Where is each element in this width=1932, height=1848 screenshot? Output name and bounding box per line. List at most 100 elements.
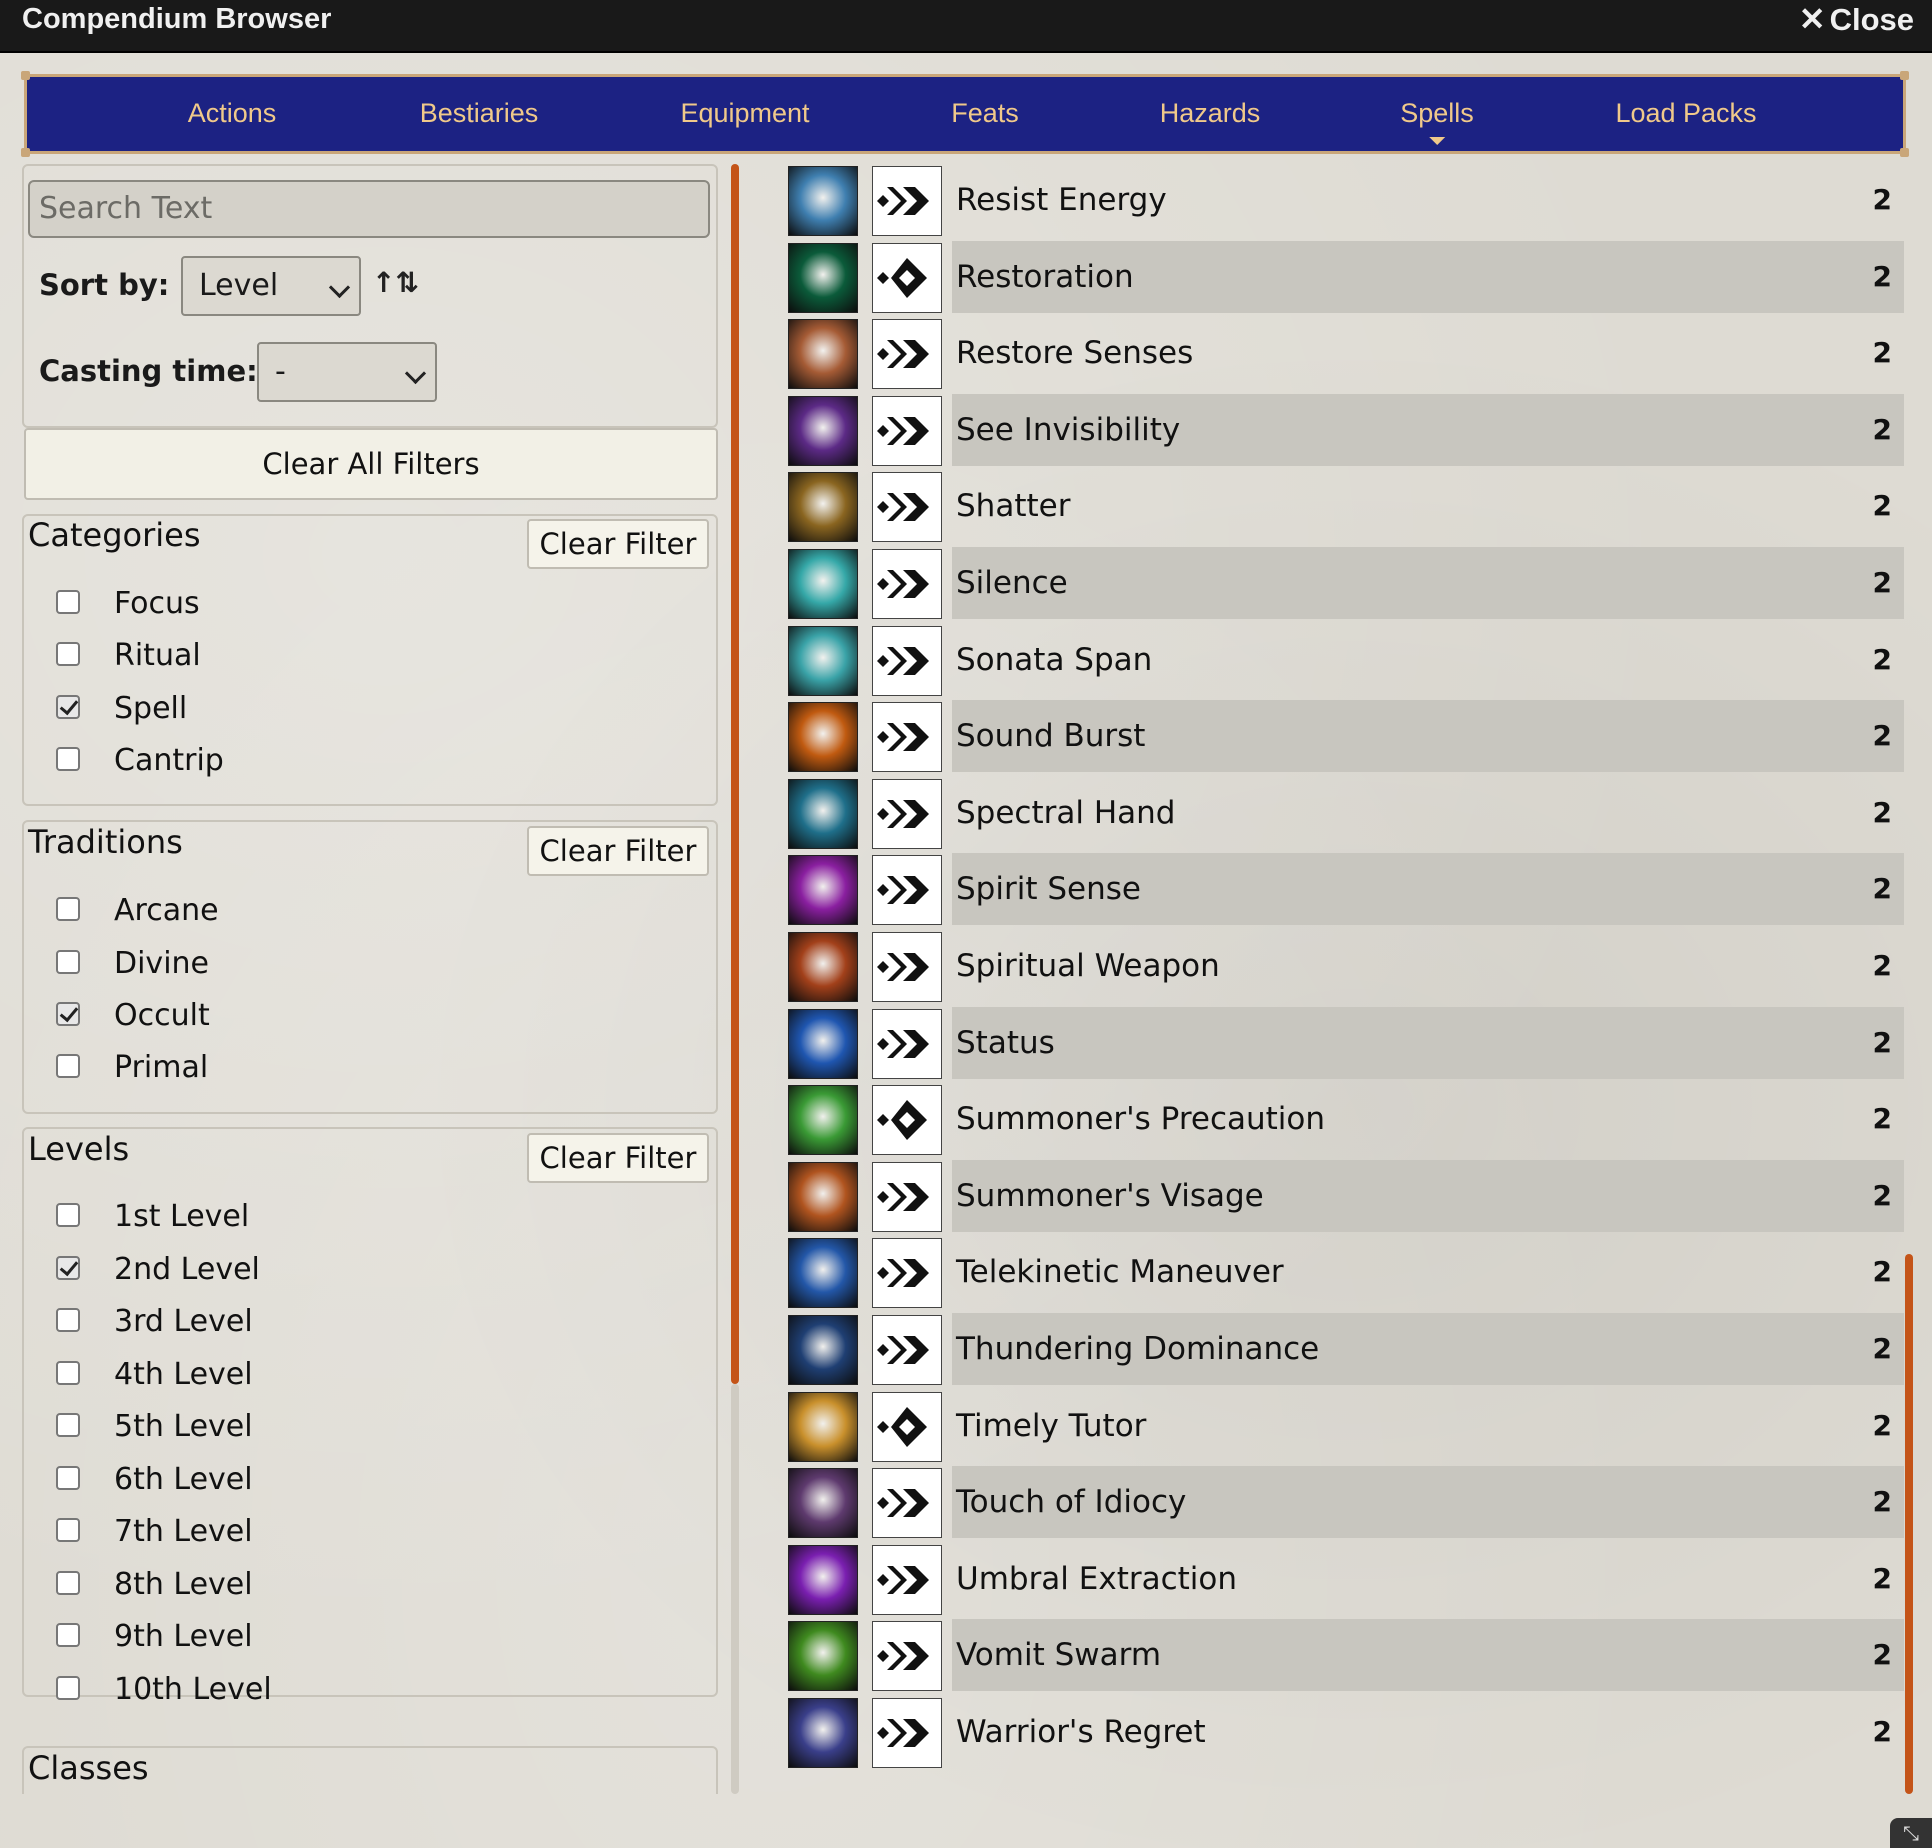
spell-name[interactable]: Shatter (956, 470, 1070, 542)
checkbox[interactable] (56, 590, 80, 614)
checkbox[interactable] (56, 642, 80, 666)
burst-ring-icon[interactable] (788, 702, 858, 772)
spell-row[interactable]: Sound Burst 2 (788, 700, 1904, 776)
tab-spells[interactable]: Spells (1400, 77, 1474, 151)
spell-row[interactable]: Spirit Sense 2 (788, 853, 1904, 929)
heart-icon[interactable] (788, 243, 858, 313)
spell-name[interactable]: Spectral Hand (956, 777, 1175, 849)
purple-eye-icon[interactable] (788, 396, 858, 466)
checkbox[interactable] (56, 747, 80, 771)
checkbox-checked[interactable] (56, 1256, 80, 1280)
checkbox[interactable] (56, 1518, 80, 1542)
tab-hazards[interactable]: Hazards (1160, 77, 1261, 151)
sparkle-hand-icon[interactable] (788, 1468, 858, 1538)
spell-name[interactable]: Spirit Sense (956, 853, 1141, 925)
checkbox-checked[interactable] (56, 1002, 80, 1026)
scroll-icon[interactable] (788, 1392, 858, 1462)
ghost-hand-icon[interactable] (788, 779, 858, 849)
spell-name[interactable]: Resist Energy (956, 164, 1167, 236)
spell-row[interactable]: Restore Senses 2 (788, 317, 1904, 393)
spell-name[interactable]: Sound Burst (956, 700, 1145, 772)
shattered-shield-icon[interactable] (788, 472, 858, 542)
spell-row[interactable]: Shatter 2 (788, 470, 1904, 546)
sword-icon[interactable] (788, 932, 858, 1002)
shield-icon[interactable] (788, 166, 858, 236)
blue-eye-icon[interactable] (788, 1009, 858, 1079)
spell-name[interactable]: Summoner's Precaution (956, 1083, 1325, 1155)
spell-name[interactable]: Touch of Idiocy (956, 1466, 1186, 1538)
spider-icon[interactable] (788, 1621, 858, 1691)
spell-row[interactable]: Summoner's Precaution 2 (788, 1083, 1904, 1159)
resize-handle-icon[interactable]: ⤡ (1890, 1818, 1932, 1848)
spell-name[interactable]: See Invisibility (956, 394, 1180, 466)
spell-name[interactable]: Summoner's Visage (956, 1160, 1264, 1232)
spell-row[interactable]: See Invisibility 2 (788, 394, 1904, 470)
checkbox[interactable] (56, 1308, 80, 1332)
spell-name[interactable]: Vomit Swarm (956, 1619, 1161, 1691)
spell-name[interactable]: Silence (956, 547, 1068, 619)
spell-name[interactable]: Telekinetic Maneuver (956, 1236, 1284, 1308)
checkbox[interactable] (56, 1203, 80, 1227)
spell-row[interactable]: Timely Tutor 2 (788, 1390, 1904, 1466)
spell-row[interactable]: Summoner's Visage 2 (788, 1160, 1904, 1236)
spell-row[interactable]: Status 2 (788, 1007, 1904, 1083)
checkbox-checked[interactable] (56, 695, 80, 719)
spell-row[interactable]: Resist Energy 2 (788, 164, 1904, 240)
spell-name[interactable]: Umbral Extraction (956, 1543, 1237, 1615)
checkbox[interactable] (56, 1054, 80, 1078)
ankh-icon[interactable] (788, 1085, 858, 1155)
mask-icon[interactable] (788, 549, 858, 619)
checkbox[interactable] (56, 950, 80, 974)
filter-scrollbar[interactable] (731, 164, 739, 1384)
tab-equipment[interactable]: Equipment (680, 77, 809, 151)
demon-face-icon[interactable] (788, 1162, 858, 1232)
search-input[interactable]: Search Text (28, 180, 710, 238)
spell-row[interactable]: Restoration 2 (788, 241, 1904, 317)
tab-load-packs[interactable]: Load Packs (1615, 77, 1756, 151)
sort-select[interactable]: Level (181, 256, 361, 316)
list-scrollbar[interactable] (1905, 1254, 1913, 1794)
eye-closeup-icon[interactable] (788, 319, 858, 389)
spell-name[interactable]: Thundering Dominance (956, 1313, 1319, 1385)
spell-row[interactable]: Spectral Hand 2 (788, 777, 1904, 853)
spell-name[interactable]: Spiritual Weapon (956, 930, 1220, 1002)
spell-row[interactable]: Silence 2 (788, 547, 1904, 623)
spell-name[interactable]: Timely Tutor (956, 1390, 1146, 1462)
checkbox[interactable] (56, 1676, 80, 1700)
palm-eye-icon[interactable] (788, 1698, 858, 1768)
horned-skull-icon[interactable] (788, 1315, 858, 1385)
tab-bestiaries[interactable]: Bestiaries (420, 77, 539, 151)
tab-actions[interactable]: Actions (188, 77, 277, 151)
spell-row[interactable]: Vomit Swarm 2 (788, 1619, 1904, 1695)
spell-row[interactable]: Thundering Dominance 2 (788, 1313, 1904, 1389)
clear-all-filters-button[interactable]: Clear All Filters (24, 428, 718, 500)
spell-row[interactable]: Umbral Extraction 2 (788, 1543, 1904, 1619)
traditions-clear-filter-button[interactable]: Clear Filter (527, 826, 709, 876)
spell-row[interactable]: Sonata Span 2 (788, 624, 1904, 700)
spell-name[interactable]: Sonata Span (956, 624, 1152, 696)
blue-bolt-icon[interactable] (788, 1238, 858, 1308)
checkbox[interactable] (56, 1361, 80, 1385)
checkbox[interactable] (56, 1571, 80, 1595)
spell-name[interactable]: Warrior's Regret (956, 1696, 1206, 1768)
levels-clear-filter-button[interactable]: Clear Filter (527, 1133, 709, 1183)
spell-row[interactable]: Telekinetic Maneuver 2 (788, 1236, 1904, 1312)
checkbox[interactable] (56, 1623, 80, 1647)
spell-name[interactable]: Status (956, 1007, 1055, 1079)
spell-name[interactable]: Restoration (956, 241, 1134, 313)
tab-feats[interactable]: Feats (951, 77, 1019, 151)
spell-row[interactable]: Touch of Idiocy 2 (788, 1466, 1904, 1542)
checkbox[interactable] (56, 897, 80, 921)
spell-name[interactable]: Restore Senses (956, 317, 1193, 389)
checkbox[interactable] (56, 1466, 80, 1490)
pink-orb-icon[interactable] (788, 855, 858, 925)
categories-clear-filter-button[interactable]: Clear Filter (527, 519, 709, 569)
purple-swirl-icon[interactable] (788, 1545, 858, 1615)
spell-row[interactable]: Spiritual Weapon 2 (788, 930, 1904, 1006)
spell-row[interactable]: Warrior's Regret 2 (788, 1696, 1904, 1772)
close-button[interactable]: ✕ Close (1799, 0, 1914, 39)
casting-time-select[interactable]: - (257, 342, 437, 402)
sort-ascending-icon[interactable]: ↑⇅ (372, 266, 419, 299)
checkbox[interactable] (56, 1413, 80, 1437)
wave-icon[interactable] (788, 626, 858, 696)
